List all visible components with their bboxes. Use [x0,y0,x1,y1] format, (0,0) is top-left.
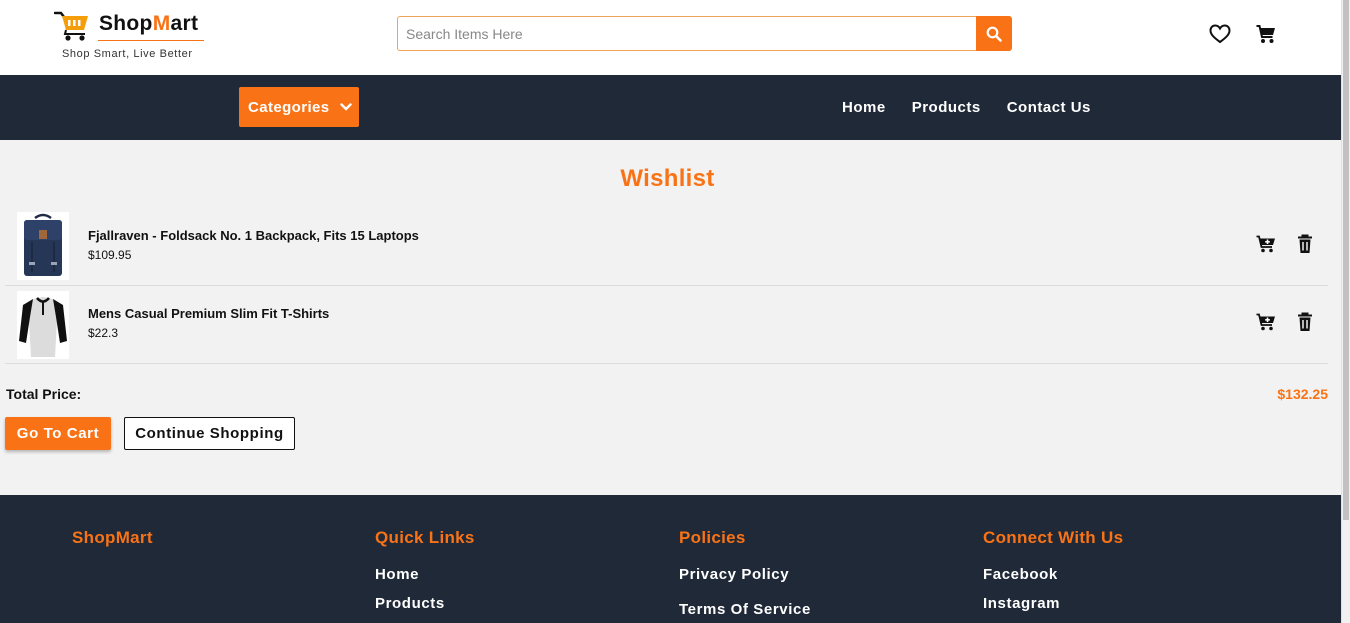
heart-icon[interactable] [1208,22,1232,46]
brand-name: ShopMart [99,12,198,36]
footer-connect: Connect With Us Facebook Instagram [983,528,1123,623]
search-icon [986,26,1002,42]
continue-shopping-button[interactable]: Continue Shopping [124,417,295,450]
product-name: Fjallraven - Foldsack No. 1 Backpack, Fi… [88,228,419,243]
item-actions [1255,233,1316,255]
product-image-t-shirt[interactable] [17,291,69,359]
main-nav: Categories Home Products Contact Us [0,75,1341,140]
wishlist-item: Mens Casual Premium Slim Fit T-Shirts $2… [5,286,1328,364]
scrollbar-thumb[interactable] [1343,0,1349,520]
brand-name-suffix: art [170,12,199,35]
page-title: Wishlist [620,165,715,192]
total-price-label: Total Price: [6,386,82,402]
categories-label: Categories [248,98,330,116]
footer-link-products[interactable]: Products [375,595,475,612]
go-to-cart-button[interactable]: Go To Cart [5,417,111,450]
product-price: $22.3 [88,326,119,340]
nav-links: Home Products Contact Us [842,99,1091,116]
site-header: ShopMart Shop Smart, Live Better [0,0,1341,75]
product-price: $109.95 [88,248,132,262]
footer-heading-quick-links: Quick Links [375,528,475,547]
add-to-cart-icon[interactable] [1255,233,1277,255]
nav-link-home[interactable]: Home [842,99,886,116]
nav-link-contact[interactable]: Contact Us [1007,99,1091,116]
footer-link-terms[interactable]: Terms Of Service [679,601,811,618]
header-icons [1208,22,1278,46]
footer-quick-links: Quick Links Home Products [375,528,475,623]
cart-icon[interactable] [1254,22,1278,46]
page: ShopMart Shop Smart, Live Better Search … [0,0,1341,623]
logo[interactable]: ShopMart Shop Smart, Live Better [53,10,206,62]
search-button[interactable] [976,16,1012,51]
footer-brand-column: ShopMart [72,528,153,566]
brand-tagline: Shop Smart, Live Better [62,48,193,60]
footer-heading-policies: Policies [679,528,746,547]
categories-button[interactable]: Categories [239,87,359,127]
footer-link-home[interactable]: Home [375,566,475,583]
footer-policies: Policies Privacy Policy Terms Of Service [679,528,811,623]
footer-link-instagram[interactable]: Instagram [983,595,1123,612]
search-bar [397,16,1012,51]
wishlist-section: Wishlist Fjallraven - Foldsack No. 1 Bac… [0,140,1341,495]
footer-link-privacy[interactable]: Privacy Policy [679,566,811,583]
wishlist-item: Fjallraven - Foldsack No. 1 Backpack, Fi… [5,208,1328,286]
brand-underline [98,40,204,41]
trash-icon[interactable] [1294,233,1316,255]
nav-link-products[interactable]: Products [912,99,981,116]
footer-brand: ShopMart [72,528,153,547]
site-footer: ShopMart Quick Links Home Products Polic… [0,495,1341,623]
product-image-backpack[interactable] [17,212,69,280]
add-to-cart-icon[interactable] [1255,311,1277,333]
trash-icon[interactable] [1294,311,1316,333]
search-input[interactable] [397,16,976,51]
item-actions [1255,311,1316,333]
vertical-scrollbar[interactable] [1341,0,1350,623]
footer-heading-connect: Connect With Us [983,528,1124,547]
footer-link-facebook[interactable]: Facebook [983,566,1123,583]
total-price-value: $132.25 [1277,386,1328,402]
brand-name-m: M [152,12,171,35]
product-name: Mens Casual Premium Slim Fit T-Shirts [88,306,330,321]
logo-cart-icon [53,10,92,47]
chevron-down-icon [339,103,352,111]
brand-name-prefix: Shop [99,12,153,35]
